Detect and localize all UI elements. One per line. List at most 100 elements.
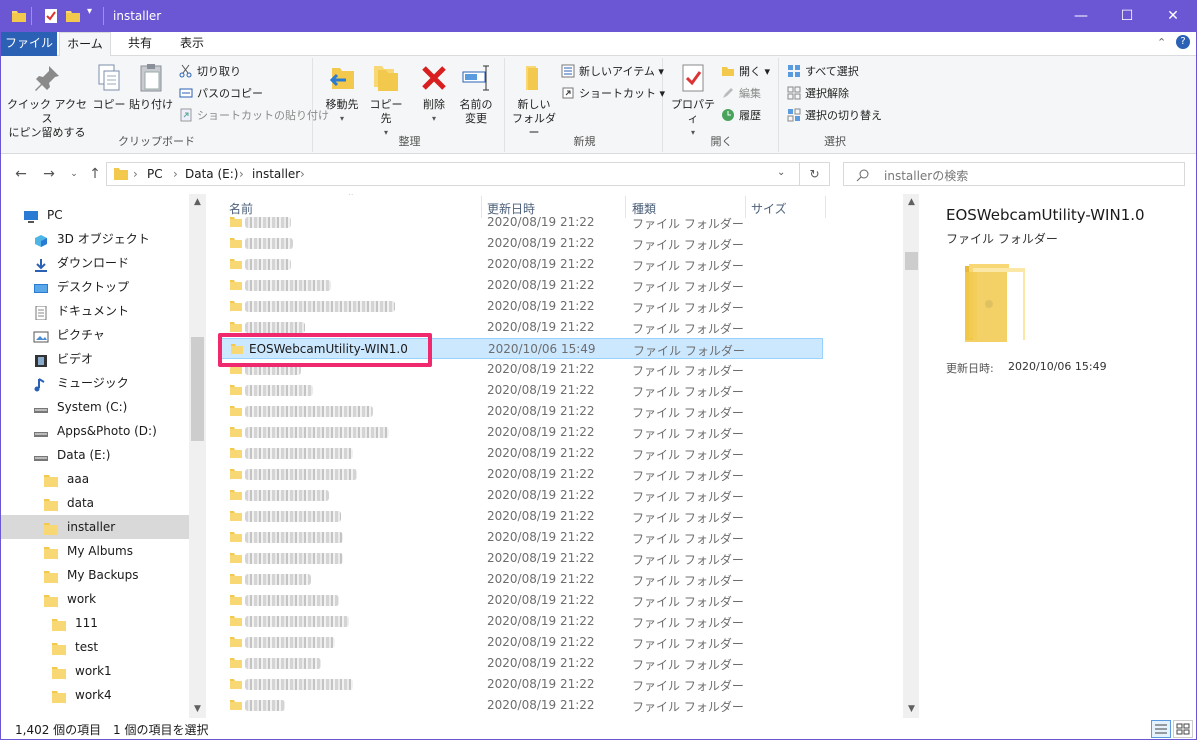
sidebar-item-label: work [67,592,97,606]
new-folder-button[interactable]: 新しい フォルダー [511,62,557,140]
address-bar[interactable]: › PC › Data (E:) › installer › ⌄ [106,162,800,186]
scroll-up-icon[interactable]: ▲ [903,194,920,211]
file-row[interactable]: 2020/08/19 21:22 ファイル フォルダー [219,380,823,401]
file-row[interactable]: 2020/08/19 21:22 ファイル フォルダー [219,233,823,254]
sidebar-item-installer[interactable]: installer [1,515,189,539]
scroll-thumb[interactable] [191,337,204,441]
file-row[interactable]: 2020/08/19 21:22 ファイル フォルダー [219,443,823,464]
collapse-ribbon-icon[interactable]: ⌃ [1157,36,1166,49]
file-row[interactable]: 2020/08/19 21:22 ファイル フォルダー [219,464,823,485]
details-view-icon[interactable] [1151,720,1171,738]
up-icon[interactable]: ↑ [85,164,105,184]
sidebar-item-test[interactable]: test [1,635,189,659]
sidebar-item-system-c[interactable]: System (C:) [1,395,189,419]
sidebar-item-my-albums[interactable]: My Albums [1,539,189,563]
pin-quick-access-button[interactable]: クイック アクセス にピン留めする [7,62,87,140]
file-row[interactable]: 2020/08/19 21:22 ファイル フォルダー [219,548,823,569]
recent-locations-icon[interactable]: ⌄ [64,164,84,184]
forward-icon[interactable]: → [39,164,59,184]
new-item-button[interactable]: 新しいアイテム ▾ [561,62,664,82]
breadcrumb-pc[interactable]: PC [147,167,163,181]
sidebar-item-apps-photo-d[interactable]: Apps&Photo (D:) [1,419,189,443]
file-type: ファイル フォルダー [632,259,744,273]
sidebar-item-[interactable]: ミュージック [1,371,189,395]
file-list-scrollbar[interactable]: ▲ ▼ [903,194,920,718]
file-row[interactable]: 2020/08/19 21:22 ファイル フォルダー [219,422,823,443]
tab-view[interactable]: 表示 [167,32,217,56]
file-row[interactable]: 2020/08/19 21:22 ファイル フォルダー [219,212,823,233]
file-row[interactable]: 2020/08/19 21:22 ファイル フォルダー [219,674,823,695]
rename-button[interactable]: 名前の 変更 [455,62,497,126]
minimize-button[interactable]: — [1058,1,1104,32]
scroll-down-icon[interactable]: ▼ [903,701,920,718]
folder-icon [229,216,243,228]
file-row[interactable]: 2020/08/19 21:22 ファイル フォルダー [219,275,823,296]
sidebar-item-[interactable]: デスクトップ [1,275,189,299]
file-row[interactable]: 2020/08/19 21:22 ファイル フォルダー [219,506,823,527]
breadcrumb-installer[interactable]: installer [252,167,300,181]
file-row[interactable]: 2020/08/19 21:22 ファイル フォルダー [219,254,823,275]
file-row[interactable]: 2020/08/19 21:22 ファイル フォルダー [219,401,823,422]
file-row[interactable]: 2020/08/19 21:22 ファイル フォルダー [219,632,823,653]
quick-access-dropdown-icon[interactable]: ▾ [87,6,92,17]
file-row[interactable]: 2020/08/19 21:22 ファイル フォルダー [219,527,823,548]
sidebar-item-111[interactable]: 111 [1,611,189,635]
drive-icon [33,424,49,438]
move-to-button[interactable]: 移動先 ▾ [321,62,363,126]
sidebar-item-[interactable]: ピクチャ [1,323,189,347]
properties-icon[interactable] [43,8,59,24]
invert-selection-button[interactable]: 選択の切り替え [787,106,882,126]
sidebar-item-data[interactable]: data [1,491,189,515]
close-button[interactable]: ✕ [1150,1,1196,32]
file-row[interactable]: 2020/08/19 21:22 ファイル フォルダー [219,485,823,506]
open-button[interactable]: 開く ▾ [721,62,770,82]
tab-share[interactable]: 共有 [115,32,165,56]
sidebar-item-work4[interactable]: work4 [1,683,189,707]
sidebar-item-3d[interactable]: 3D オブジェクト [1,227,189,251]
help-icon[interactable]: ? [1176,35,1190,49]
properties-button[interactable]: プロパティ ▾ [667,62,719,140]
file-row[interactable]: 2020/08/19 21:22 ファイル フォルダー [219,569,823,590]
sidebar-item-my-backups[interactable]: My Backups [1,563,189,587]
scroll-up-icon[interactable]: ▲ [189,194,206,211]
sidebar-item-work[interactable]: work [1,587,189,611]
cut-button[interactable]: 切り取り [179,62,241,82]
sidebar-item-[interactable]: ドキュメント [1,299,189,323]
sidebar-item-pc[interactable]: PC [1,203,189,227]
select-all-button[interactable]: すべて選択 [787,62,859,82]
tab-file[interactable]: ファイル [1,32,57,56]
file-row[interactable]: 2020/08/19 21:22 ファイル フォルダー [219,296,823,317]
scroll-down-icon[interactable]: ▼ [189,701,206,718]
select-none-button[interactable]: 選択解除 [787,84,849,104]
refresh-icon[interactable]: ↻ [800,162,830,186]
sidebar-item-[interactable]: ビデオ [1,347,189,371]
search-input[interactable]: installerの検索 [843,162,1185,186]
tab-home[interactable]: ホーム [59,32,111,57]
breadcrumb-data-drive[interactable]: Data (E:) [185,167,238,181]
easy-access-button[interactable]: ショートカット ▾ [561,84,665,104]
file-row[interactable]: 2020/08/19 21:22 ファイル フォルダー [219,653,823,674]
new-folder-icon[interactable] [65,8,81,24]
maximize-button[interactable]: ☐ [1104,1,1150,32]
history-button[interactable]: 履歴 [721,106,761,126]
delete-button[interactable]: 削除 ▾ [415,62,453,126]
file-type: ファイル フォルダー [632,364,744,378]
sidebar-item-[interactable]: ダウンロード [1,251,189,275]
scroll-thumb[interactable] [905,252,918,270]
sidebar-item-aaa[interactable]: aaa [1,467,189,491]
sidebar-item-data-e[interactable]: Data (E:) [1,443,189,467]
nav-pane-scrollbar[interactable]: ▲ ▼ [189,194,206,718]
copy-path-button[interactable]: パスのコピー [179,84,263,104]
file-row[interactable]: 2020/08/19 21:22 ファイル フォルダー [219,590,823,611]
sidebar-item-work1[interactable]: work1 [1,659,189,683]
large-icons-view-icon[interactable] [1173,720,1193,738]
address-dropdown-icon[interactable]: ⌄ [777,167,785,178]
file-row[interactable]: 2020/08/19 21:22 ファイル フォルダー [219,611,823,632]
copy-button[interactable]: コピー [91,62,127,112]
paste-shortcut-button[interactable]: ショートカットの貼り付け [179,106,329,126]
paste-button[interactable]: 貼り付け [129,62,173,112]
back-icon[interactable]: ← [11,164,31,184]
copy-to-button[interactable]: コピー先 ▾ [365,62,407,140]
edit-button[interactable]: 編集 [721,84,761,104]
file-row[interactable]: 2020/08/19 21:22 ファイル フォルダー [219,695,823,716]
